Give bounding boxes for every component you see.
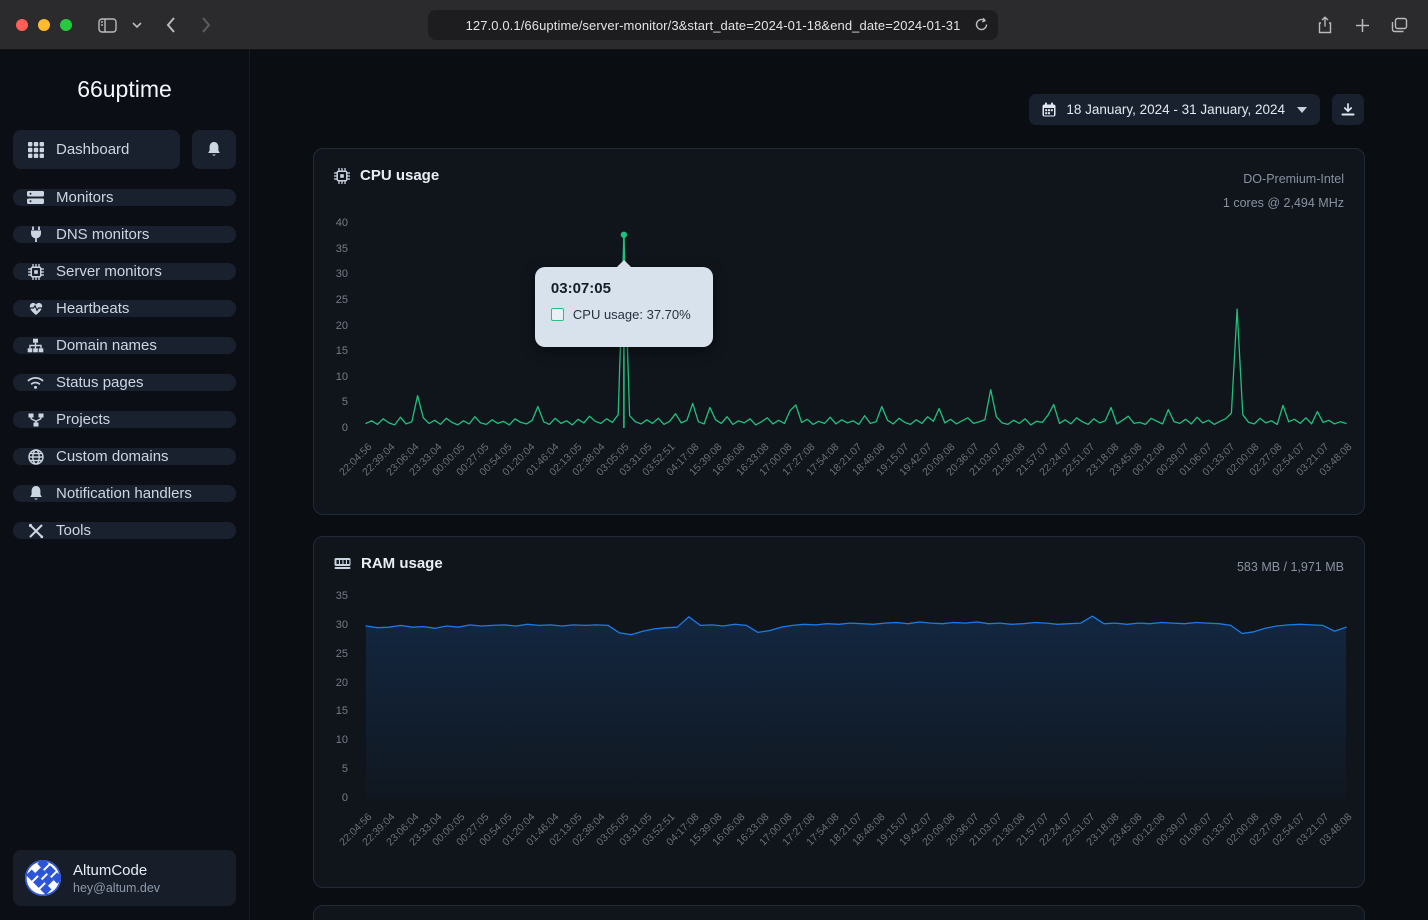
tooltip-time: 03:07:05 bbox=[551, 280, 697, 297]
sidebar-item-label: Notification handlers bbox=[56, 485, 192, 502]
sidebar-item-status-pages[interactable]: Status pages bbox=[13, 374, 236, 391]
sidebar-item-label: Domain names bbox=[56, 337, 157, 354]
sidebar-item-tools[interactable]: Tools bbox=[13, 522, 236, 539]
cpu-meta-model: DO-Premium-Intel bbox=[1223, 167, 1344, 191]
sidebar-nav: Dashboard Monitors bbox=[0, 103, 249, 539]
ram-meta-usage: 583 MB / 1,971 MB bbox=[1237, 555, 1344, 579]
sidebar-item-label: Tools bbox=[56, 522, 91, 539]
sidebar-item-domain-names[interactable]: Domain names bbox=[13, 337, 236, 354]
download-icon bbox=[1341, 103, 1355, 117]
back-icon[interactable] bbox=[158, 12, 184, 38]
bell-icon bbox=[27, 485, 44, 502]
sidebar-item-label: Server monitors bbox=[56, 263, 162, 280]
cpu-chart-plot[interactable] bbox=[366, 223, 1346, 428]
sidebar-toggle-icon[interactable] bbox=[94, 12, 120, 38]
bell-icon bbox=[206, 141, 222, 158]
chip-icon bbox=[334, 168, 350, 184]
sidebar-item-dns-monitors[interactable]: DNS monitors bbox=[13, 226, 236, 243]
account-card[interactable]: AltumCode hey@altum.dev bbox=[13, 850, 236, 906]
zoom-button[interactable] bbox=[60, 19, 72, 31]
caret-down-icon bbox=[1297, 107, 1307, 113]
avatar bbox=[25, 860, 61, 896]
sidebar-item-projects[interactable]: Projects bbox=[13, 411, 236, 428]
sidebar-item-label: Projects bbox=[56, 411, 110, 428]
sidebar-item-label: Status pages bbox=[56, 374, 144, 391]
diagram-icon bbox=[27, 411, 44, 428]
sitemap-icon bbox=[27, 337, 44, 354]
server-stack-icon bbox=[27, 189, 44, 206]
notifications-button[interactable] bbox=[192, 130, 236, 169]
partial-card bbox=[313, 905, 1365, 920]
ram-card-header: RAM usage 583 MB / 1,971 MB bbox=[314, 537, 1364, 579]
cpu-y-axis: 0510152025303540 bbox=[314, 223, 358, 428]
reload-icon[interactable] bbox=[974, 17, 989, 32]
account-email: hey@altum.dev bbox=[73, 881, 160, 895]
minimize-button[interactable] bbox=[38, 19, 50, 31]
tools-icon bbox=[27, 522, 44, 539]
wifi-icon bbox=[27, 374, 44, 391]
sidebar-item-label: Monitors bbox=[56, 189, 114, 206]
tooltip-value: CPU usage: 37.70% bbox=[573, 307, 691, 322]
chevron-down-icon[interactable] bbox=[124, 12, 150, 38]
sidebar-item-monitors[interactable]: Monitors bbox=[13, 189, 236, 206]
sidebar-item-heartbeats[interactable]: Heartbeats bbox=[13, 300, 236, 317]
memory-icon bbox=[334, 557, 351, 570]
tab-overview-icon[interactable] bbox=[1386, 12, 1412, 38]
ram-x-axis: 22:04:5622:39:0423:06:0423:33:0400:00:05… bbox=[366, 803, 1346, 885]
cpu-x-axis: 22:04:5622:39:0423:06:0423:33:0400:00:05… bbox=[366, 433, 1346, 515]
plug-icon bbox=[27, 226, 44, 243]
sidebar-item-label: Dashboard bbox=[56, 141, 129, 158]
sidebar-item-server-monitors[interactable]: Server monitors bbox=[13, 263, 236, 280]
heart-pulse-icon bbox=[27, 300, 44, 317]
share-icon[interactable] bbox=[1312, 12, 1338, 38]
cpu-usage-card: CPU usage DO-Premium-Intel 1 cores @ 2,4… bbox=[313, 148, 1365, 515]
cpu-meta-cores: 1 cores @ 2,494 MHz bbox=[1223, 191, 1344, 215]
close-button[interactable] bbox=[16, 19, 28, 31]
export-button[interactable] bbox=[1332, 94, 1364, 125]
grid-icon bbox=[27, 141, 44, 158]
new-tab-icon[interactable] bbox=[1349, 12, 1375, 38]
cpu-card-header: CPU usage DO-Premium-Intel 1 cores @ 2,4… bbox=[314, 149, 1364, 215]
url-bar[interactable]: 127.0.0.1/66uptime/server-monitor/3&star… bbox=[428, 10, 998, 40]
series-swatch bbox=[551, 308, 564, 321]
app-window: 66uptime Dashboard bbox=[0, 50, 1428, 920]
sidebar-item-custom-domains[interactable]: Custom domains bbox=[13, 448, 236, 465]
globe-icon bbox=[27, 448, 44, 465]
ram-card-title: RAM usage bbox=[361, 555, 443, 572]
app-logo: 66uptime bbox=[0, 76, 249, 103]
chip-icon bbox=[27, 263, 44, 280]
forward-icon[interactable] bbox=[193, 12, 219, 38]
sidebar-item-dashboard[interactable]: Dashboard bbox=[13, 130, 180, 169]
ram-y-axis: 05101520253035 bbox=[314, 596, 358, 798]
date-range-label: 18 January, 2024 - 31 January, 2024 bbox=[1066, 102, 1285, 117]
cpu-card-title: CPU usage bbox=[360, 167, 439, 184]
url-text: 127.0.0.1/66uptime/server-monitor/3&star… bbox=[466, 18, 961, 33]
ram-chart-plot[interactable] bbox=[366, 596, 1346, 798]
calendar-icon bbox=[1042, 102, 1056, 117]
toolbar: 18 January, 2024 - 31 January, 2024 bbox=[1029, 94, 1364, 125]
date-range-picker[interactable]: 18 January, 2024 - 31 January, 2024 bbox=[1029, 94, 1320, 125]
browser-chrome: 127.0.0.1/66uptime/server-monitor/3&star… bbox=[0, 0, 1428, 50]
sidebar-item-label: Heartbeats bbox=[56, 300, 129, 317]
ram-usage-card: RAM usage 583 MB / 1,971 MB 051015202530… bbox=[313, 536, 1365, 888]
sidebar-item-notification-handlers[interactable]: Notification handlers bbox=[13, 485, 236, 502]
main-content: 18 January, 2024 - 31 January, 2024 bbox=[250, 50, 1428, 920]
sidebar-item-label: Custom domains bbox=[56, 448, 169, 465]
account-name: AltumCode bbox=[73, 862, 160, 879]
chart-tooltip: 03:07:05 CPU usage: 37.70% bbox=[535, 267, 713, 347]
sidebar-item-label: DNS monitors bbox=[56, 226, 149, 243]
sidebar: 66uptime Dashboard bbox=[0, 50, 250, 920]
